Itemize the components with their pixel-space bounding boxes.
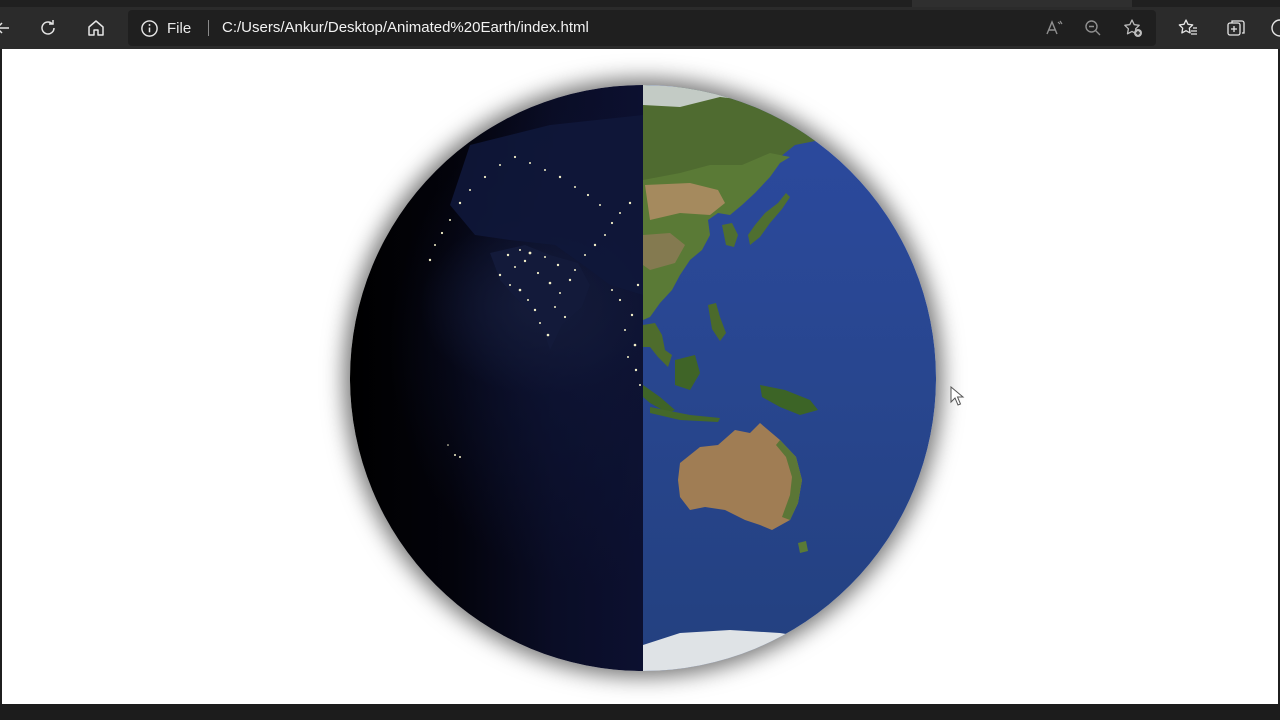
japan-islands <box>748 193 790 245</box>
antarctic-ice <box>643 630 830 671</box>
java-chain <box>650 407 720 422</box>
collections-icon <box>1227 20 1245 36</box>
home-button[interactable] <box>79 11 113 45</box>
page-viewport <box>2 49 1278 704</box>
korea-peninsula <box>722 223 738 247</box>
reload-icon <box>41 20 55 35</box>
sumatra <box>643 385 675 413</box>
site-info-label: File <box>167 19 192 37</box>
india-night <box>490 245 590 350</box>
omnibox-separator <box>208 20 209 36</box>
browser-toolbar: File C:/Users/Ankur/Desktop/Animated%20E… <box>0 7 1280 49</box>
info-icon <box>141 19 158 37</box>
new-guinea <box>760 385 818 415</box>
night-landmasses <box>450 115 643 350</box>
site-info-button[interactable]: File <box>140 10 191 46</box>
read-aloud-icon <box>1046 20 1063 35</box>
tab-strip <box>0 0 1280 7</box>
home-icon <box>88 20 104 36</box>
read-aloud-button[interactable] <box>1037 11 1071 45</box>
day-landmasses <box>643 85 830 671</box>
earth-globe <box>350 85 936 671</box>
profile-icon <box>1271 19 1280 37</box>
favorites-icon <box>1178 19 1197 35</box>
zoom-out-button[interactable] <box>1076 11 1110 45</box>
mouse-cursor-icon <box>950 386 965 406</box>
reload-button[interactable] <box>31 11 65 45</box>
url-text[interactable]: C:/Users/Ankur/Desktop/Animated%20Earth/… <box>222 10 589 46</box>
tasmania <box>798 541 808 553</box>
add-favorite-button[interactable] <box>1116 11 1150 45</box>
address-bar[interactable]: File C:/Users/Ankur/Desktop/Animated%20E… <box>128 10 1156 46</box>
active-tab[interactable] <box>912 0 1132 7</box>
profile-button[interactable] <box>1263 11 1280 45</box>
collections-button[interactable] <box>1219 11 1253 45</box>
zoom-out-icon <box>1085 20 1101 36</box>
philippines <box>708 303 726 341</box>
globe-sphere <box>350 85 936 671</box>
back-button[interactable] <box>0 11 20 45</box>
favorites-button[interactable] <box>1171 11 1205 45</box>
earth-surface <box>428 85 830 671</box>
add-favorite-icon <box>1124 19 1142 37</box>
taskbar <box>0 704 1280 720</box>
back-arrow-icon <box>0 22 9 34</box>
southeast-asia <box>643 323 672 367</box>
borneo <box>675 355 700 390</box>
